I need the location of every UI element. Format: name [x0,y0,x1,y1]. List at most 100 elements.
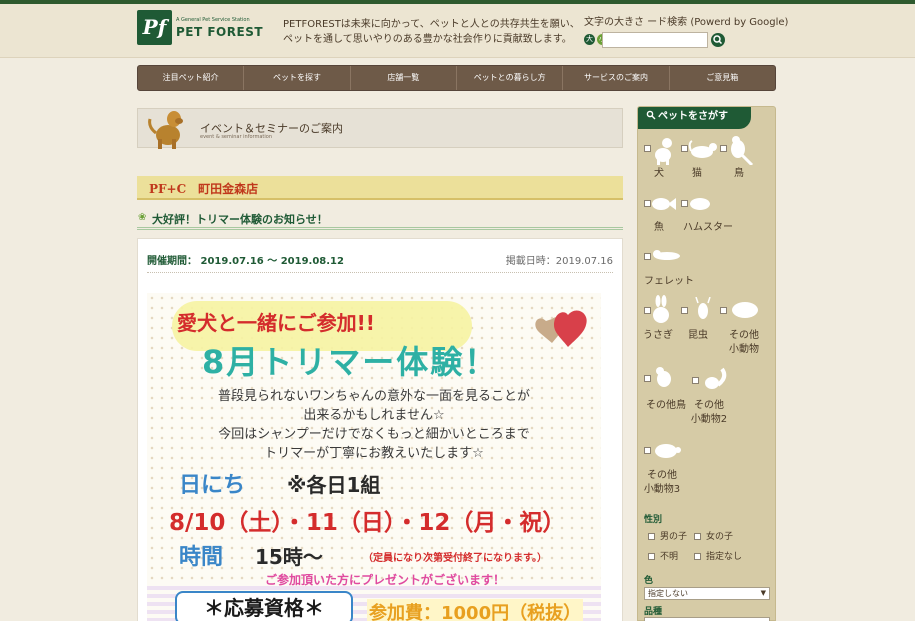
checkbox-female[interactable] [694,533,701,540]
fish-icon [652,198,676,210]
logo-tagline: A General Pet Service Station [176,17,250,23]
animal-dog-label[interactable]: 犬 [652,167,666,181]
animal-hamster-label[interactable]: ハムスター [680,221,736,235]
shop-name: PF+C 町田金森店 [149,182,259,196]
flyer-time-label: 時間 [179,545,224,570]
site-logo[interactable]: Pf A General Pet Service Station PET FOR… [137,10,263,50]
gender-unknown-label: 不明 [660,552,679,562]
checkbox-other-birds[interactable] [644,375,651,382]
event-title-row: ❀ 大好評！トリマー体験のお知らせ！ [137,208,623,230]
nav-pet-life[interactable]: ペットとの暮らし方 [457,66,564,90]
flyer-per-group: ※各日1組 [287,473,381,497]
animal-ferret-label[interactable]: フェレット [644,275,696,289]
checkbox-insect[interactable] [681,307,688,314]
magnifier-icon [713,35,723,45]
color-label: 色 [644,576,654,586]
site-search-input[interactable] [602,32,708,48]
other-bird-icon [656,367,671,387]
gender-option-male[interactable]: 男の子 [648,529,687,542]
animal-other-birds-label[interactable]: その他鳥 [642,399,690,413]
tagline-line2: ペットを通して思いやりのある豊かな社会作りに貢献致します。 [283,34,572,45]
logo-name: PET FOREST [176,25,264,39]
gender-option-female[interactable]: 女の子 [694,529,733,542]
flyer-date-label: 日にち [179,473,246,498]
checkbox-cat[interactable] [681,145,688,152]
pet-search-sidebar: ペットをさがす 犬 猫 鳥 魚 ハムスター フェレット うさぎ 昆虫 その他 小… [637,106,776,621]
event-period: 開催期間： 2019.07.16 ～ 2019.08.12 [147,256,344,267]
gender-female-label: 女の子 [706,532,734,542]
flyer-title: 8月トリマー体験！ [202,343,499,381]
nav-services[interactable]: サービスのご案内 [563,66,670,90]
nav-store-list[interactable]: 店舗一覧 [351,66,457,90]
checkbox-unknown[interactable] [648,553,655,560]
checkbox-other-small-3[interactable] [644,447,651,454]
gender-option-any[interactable]: 指定なし [694,549,742,562]
search-label: 文字の大きさ ード検索 (Powerd by Google) [584,17,789,28]
event-card: 開催期間： 2019.07.16 ～ 2019.08.12 掲載日時：2019.… [137,238,623,621]
gender-any-label: 指定なし [706,552,743,562]
section-banner: イベント＆セミナーのご案内 event & seminar informatio… [137,108,623,149]
cat-icon [688,140,717,158]
search-icon [646,110,656,120]
animal-bird-label[interactable]: 鳥 [732,167,746,181]
animal-other-small-label[interactable]: その他 小動物 [722,329,766,357]
nav-feedback[interactable]: ご意見箱 [670,66,775,90]
breed-label: 品種 [644,607,663,617]
site-header: Pf A General Pet Service Station PET FOR… [0,4,915,58]
flyer-time: 15時～ [255,545,323,569]
logo-mark: Pf [137,10,172,45]
insect-icon [695,297,711,319]
flyer-body: 普段見られないワンちゃんの意外な一面を見ることが 出来るかもしれません☆ 今回は… [217,389,530,461]
color-select[interactable]: 指定しない ▼ [644,587,770,600]
ferret-icon [653,250,680,260]
animal-rabbit-label[interactable]: うさぎ [642,329,674,343]
global-nav: 注目ペット紹介 ペットを探す 店舗一覧 ペットとの暮らし方 サービスのご案内 ご… [137,65,776,91]
gender-option-unknown[interactable]: 不明 [648,549,678,562]
tagline-line1: PETFORESTは未来に向かって、ペットと人との共存共生を願い、 [283,19,580,30]
checkbox-ferret[interactable] [644,253,651,260]
checkbox-other-small-2[interactable] [692,377,699,384]
paw-icon: ❀ [138,212,147,223]
nav-featured-pets[interactable]: 注目ペット紹介 [138,66,245,90]
sidebar-title: ペットをさがす [638,107,751,129]
shop-header: PF+C 町田金森店 [137,176,623,200]
flyer-qualification: ＊応募資格＊ [175,591,353,621]
chevron-down-icon: ▼ [760,589,766,597]
animal-other-small-3-label[interactable]: その他 小動物3 [642,469,682,497]
search-button[interactable] [711,33,725,47]
checkbox-hamster[interactable] [681,200,688,207]
checkbox-any[interactable] [694,553,701,560]
flyer-dates: 8/10（土）・11（日）・12（月・祝） [169,510,566,536]
rabbit-icon [653,295,669,323]
gender-label: 性別 [644,515,663,525]
color-select-value: 指定しない [648,589,688,598]
turtle-icon [655,444,681,458]
flyer-fee: 参加費：1000円（税抜） [367,599,584,621]
checkbox-male[interactable] [648,533,655,540]
card-divider [147,272,613,273]
bird-icon [731,136,754,165]
dog-icon [655,138,672,165]
guinea-pig-icon [732,302,758,318]
animal-cat-label[interactable]: 猫 [690,167,704,181]
banner-subtitle: event & seminar information [200,134,272,140]
animal-other-small-2-label[interactable]: その他 小動物2 [686,399,732,427]
event-posted-date: 掲載日時：2019.07.16 [505,256,613,267]
event-title: 大好評！トリマー体験のお知らせ！ [152,213,328,226]
font-size-large-button[interactable]: 大 [584,34,595,45]
nav-find-pet[interactable]: ペットを探す [244,66,351,90]
dog-icon [148,111,183,149]
flyer-present: ご参加頂いた方にプレゼントがございます！ [265,573,506,587]
breed-select[interactable] [644,617,770,621]
sidebar-title-text: ペットをさがす [658,111,728,122]
flyer-line1: 愛犬と一緒にご参加!! [177,311,375,335]
heart-icon [535,310,587,347]
site-tagline: PETFORESTは未来に向かって、ペットと人との共存共生を願い、 ペットを通し… [283,17,583,47]
flyer-time-note: （定員になり次第受付終了になります。） [363,553,547,564]
hamster-icon [690,198,710,210]
checkbox-other-small[interactable] [720,307,727,314]
squirrel-icon [705,367,727,389]
animal-fish-label[interactable]: 魚 [652,221,666,235]
event-flyer-image: 愛犬と一緒にご参加!! 8月トリマー体験！ 普段見られないワンちゃんの意外な一面… [147,293,601,621]
animal-insect-label[interactable]: 昆虫 [684,329,712,343]
